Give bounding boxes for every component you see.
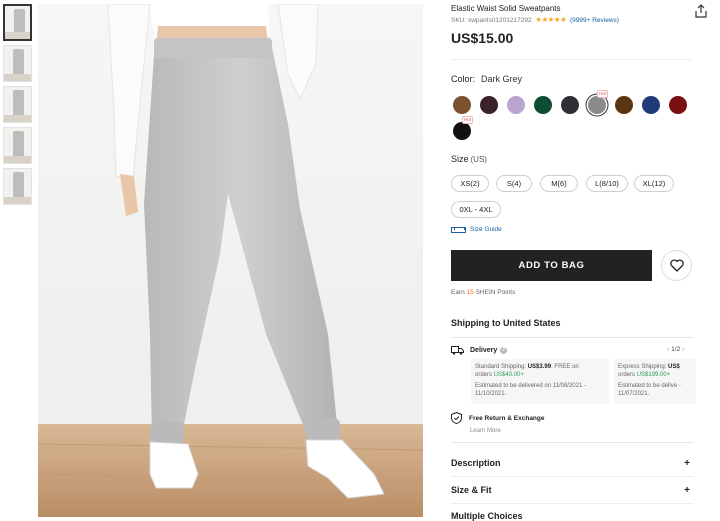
shipping-pager: ‹ 1/2 ›: [665, 346, 686, 353]
thumbnail-5[interactable]: [3, 168, 32, 205]
standard-estimate: Estimated to be delivered on 11/08/2021 …: [475, 383, 586, 397]
sku-text: SKU: swpants01201217292: [451, 17, 532, 24]
share-icon[interactable]: [694, 4, 708, 18]
express-title: Express Shipping:: [618, 364, 667, 370]
points-suffix: SHEIN Points: [475, 289, 516, 296]
divider: [451, 337, 694, 338]
standard-shipping-card: Standard Shipping: US$3.99, FREE on orde…: [471, 359, 609, 404]
star-rating-icon: ★★★★★: [535, 15, 567, 24]
accordion-description-label: Description: [451, 458, 501, 468]
product-photo-illustration: [38, 4, 423, 517]
color-swatch-burgundy[interactable]: [669, 96, 687, 114]
reviews-link[interactable]: (9999+ Reviews): [570, 17, 619, 24]
size-option-l[interactable]: L(8/10): [586, 175, 628, 192]
color-swatch-dark-grey[interactable]: Hot: [588, 90, 609, 114]
divider: [451, 59, 691, 60]
product-title: Elastic Waist Solid Sweatpants: [451, 4, 561, 13]
size-option-plus[interactable]: 0XL - 4XL: [451, 201, 501, 218]
standard-free-on: , FREE on: [551, 364, 579, 370]
sku-rating-row: SKU: swpants01201217292 ★★★★★ (9999+ Rev…: [451, 15, 619, 24]
color-swatch-lilac[interactable]: [507, 96, 525, 114]
divider: [451, 503, 694, 504]
points-value: 15: [466, 289, 474, 296]
free-return-row: Free Return & Exchange: [451, 412, 545, 424]
product-price: US$15.00: [451, 30, 514, 46]
hot-badge: Hot: [597, 90, 609, 98]
add-to-bag-button[interactable]: ADD TO BAG: [451, 250, 652, 281]
accordion-multiple-choices[interactable]: Multiple Choices: [451, 509, 694, 521]
points-text: Earn 15 SHEIN Points: [451, 289, 515, 296]
learn-more-link[interactable]: Learn More: [470, 428, 501, 434]
express-shipping-card: Express Shipping: US$ orders US$199.00+ …: [614, 359, 696, 404]
size-label: Size (US): [451, 154, 487, 164]
accordion-size-fit-label: Size & Fit: [451, 485, 492, 495]
product-main-image[interactable]: [38, 4, 423, 517]
size-option-m[interactable]: M(6): [540, 175, 578, 192]
ruler-icon: [451, 226, 466, 233]
color-label: Color: Dark Grey: [451, 74, 522, 84]
standard-threshold: US$40.00+: [493, 372, 524, 378]
express-threshold: US$199.00+: [636, 372, 671, 378]
plus-icon: +: [684, 484, 690, 496]
size-unit: (US): [470, 155, 487, 164]
color-label-text: Color:: [451, 74, 476, 84]
hot-badge: Hot: [462, 116, 474, 124]
color-swatch-dark-green[interactable]: [534, 96, 552, 114]
plus-icon: +: [684, 457, 690, 469]
size-option-xs[interactable]: XS(2): [451, 175, 489, 192]
wishlist-button[interactable]: [661, 250, 692, 281]
shield-icon: [451, 412, 462, 424]
divider: [451, 476, 694, 477]
express-orders: orders: [618, 372, 636, 378]
accordion-size-fit[interactable]: Size & Fit +: [451, 483, 694, 497]
thumbnail-2[interactable]: [3, 45, 32, 82]
points-prefix: Earn: [451, 289, 465, 296]
standard-price: US$3.99: [527, 364, 552, 370]
truck-icon: [451, 346, 464, 355]
color-swatch-dark-burgundy[interactable]: [480, 96, 498, 114]
size-guide-link[interactable]: Size Guide: [451, 226, 502, 233]
free-return-text: Free Return & Exchange: [469, 414, 545, 422]
thumbnail-1[interactable]: [3, 4, 32, 41]
color-swatch-charcoal[interactable]: [561, 96, 579, 114]
divider: [451, 442, 694, 443]
standard-orders: orders: [475, 372, 493, 378]
heart-icon: [669, 259, 684, 272]
accordion-description[interactable]: Description +: [451, 456, 694, 470]
size-label-text: Size: [451, 154, 469, 164]
thumbnail-3[interactable]: [3, 86, 32, 123]
size-option-s[interactable]: S(4): [496, 175, 532, 192]
pager-text: 1/2: [671, 346, 681, 353]
express-estimate: Estimated to be delive - 11/07/2021.: [618, 383, 681, 397]
color-swatch-coffee[interactable]: [615, 96, 633, 114]
next-arrow-icon[interactable]: ›: [680, 346, 686, 353]
thumbnail-list: [3, 4, 32, 209]
accordion-multiple-choices-label: Multiple Choices: [451, 511, 523, 521]
standard-title: Standard Shipping:: [475, 364, 527, 370]
size-guide-text: Size Guide: [470, 226, 502, 233]
color-swatch-brown[interactable]: [453, 96, 471, 114]
express-price: US$: [668, 364, 680, 370]
delivery-row: Delivery ?: [451, 346, 508, 355]
delivery-label: Delivery: [470, 347, 498, 354]
selected-color-name: Dark Grey: [481, 74, 523, 84]
size-option-xl[interactable]: XL(12): [634, 175, 674, 192]
shipping-heading: Shipping to United States: [451, 318, 561, 328]
color-swatch-black[interactable]: Hot: [453, 116, 474, 140]
color-swatch-navy[interactable]: [642, 96, 660, 114]
info-icon[interactable]: ?: [500, 347, 508, 354]
thumbnail-4[interactable]: [3, 127, 32, 164]
product-info-panel: Elastic Waist Solid Sweatpants SKU: swpa…: [451, 0, 716, 521]
